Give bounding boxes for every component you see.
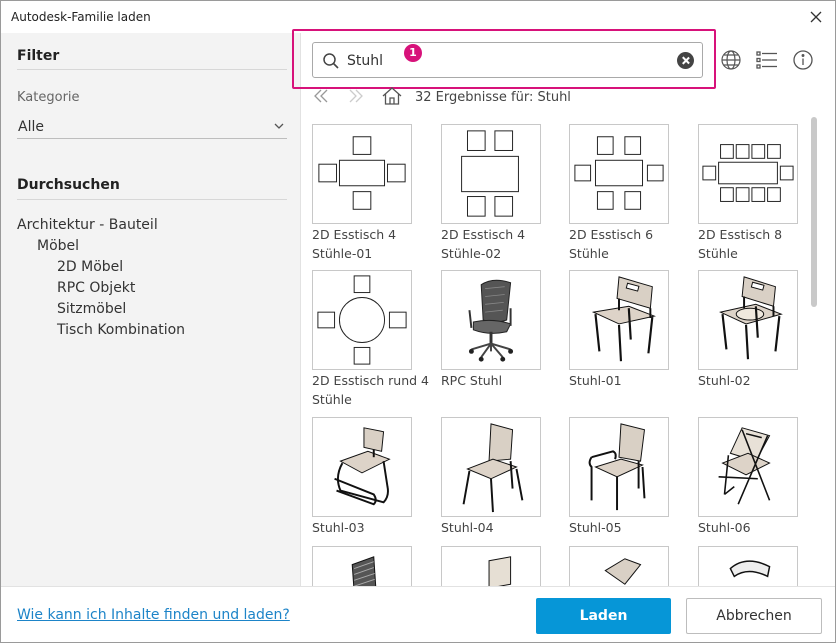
item-label: Stuhl-03 <box>312 520 365 535</box>
thumbnail[interactable] <box>569 124 669 224</box>
item-label: 2D Esstisch rund 4 Stühle <box>312 373 429 407</box>
step-badge: 1 <box>404 44 422 62</box>
thumbnail[interactable] <box>698 124 798 224</box>
tree-item-architektur[interactable]: Architektur - Bauteil <box>17 217 158 233</box>
category-select[interactable]: Alle <box>17 117 287 139</box>
tree-item-moebel[interactable]: Möbel <box>37 238 79 254</box>
clear-search-icon[interactable] <box>677 52 694 69</box>
item-label: Stuhl-02 <box>698 373 751 388</box>
filter-heading: Filter <box>17 48 60 64</box>
list-view-icon[interactable] <box>756 49 778 71</box>
back-icon[interactable] <box>312 87 330 105</box>
tree-item-rpc-objekt[interactable]: RPC Objekt <box>57 280 135 296</box>
browse-heading: Durchsuchen <box>17 177 120 193</box>
home-icon[interactable] <box>382 87 402 105</box>
category-label: Kategorie <box>17 90 80 105</box>
close-icon[interactable] <box>805 6 827 28</box>
thumbnail[interactable] <box>312 270 412 370</box>
tree-item-sitzmoebel[interactable]: Sitzmöbel <box>57 301 126 317</box>
thumbnail[interactable] <box>312 546 412 586</box>
category-value: Alle <box>18 119 44 135</box>
item-label: Stuhl-01 <box>569 373 622 388</box>
search-input[interactable] <box>347 50 667 72</box>
item-label: Stuhl-06 <box>698 520 751 535</box>
forward-icon[interactable] <box>347 87 365 105</box>
thumbnail[interactable] <box>698 417 798 517</box>
item-label: 2D Esstisch 4 Stühle-02 <box>441 227 526 261</box>
dialog-window: Autodesk-Familie laden Filter Kategorie … <box>0 0 836 643</box>
thumbnail[interactable] <box>698 546 798 586</box>
item-label: Stuhl-05 <box>569 520 622 535</box>
thumbnail[interactable] <box>312 417 412 517</box>
navigation-bar: 32 Ergebnisse für: Stuhl <box>312 87 792 109</box>
filter-panel: Filter Kategorie Alle Durchsuchen Archit… <box>1 33 301 586</box>
tree-item-tisch-kombination[interactable]: Tisch Kombination <box>57 322 185 338</box>
window-title: Autodesk-Familie laden <box>11 10 151 24</box>
thumbnail[interactable] <box>569 270 669 370</box>
thumbnail[interactable] <box>312 124 412 224</box>
thumbnail[interactable] <box>441 124 541 224</box>
search-icon <box>323 53 339 69</box>
thumbnail[interactable] <box>441 270 541 370</box>
thumbnail[interactable] <box>441 546 541 586</box>
info-icon[interactable] <box>792 49 814 71</box>
item-label: 2D Esstisch 4 Stühle-01 <box>312 227 397 261</box>
thumbnail[interactable] <box>441 417 541 517</box>
results-scrollbar[interactable] <box>811 117 817 307</box>
item-label: 2D Esstisch 6 Stühle <box>569 227 654 261</box>
globe-icon[interactable] <box>720 49 742 71</box>
cancel-button[interactable]: Abbrechen <box>686 598 822 634</box>
item-label: 2D Esstisch 8 Stühle <box>698 227 783 261</box>
divider <box>17 199 287 200</box>
chevron-down-icon <box>274 123 284 129</box>
help-link[interactable]: Wie kann ich Inhalte finden und laden? <box>17 607 290 623</box>
footer: Wie kann ich Inhalte finden und laden? L… <box>1 586 835 642</box>
thumbnail[interactable] <box>569 417 669 517</box>
item-label: Stuhl-04 <box>441 520 494 535</box>
thumbnail[interactable] <box>569 546 669 586</box>
load-button[interactable]: Laden <box>536 598 671 634</box>
thumbnail[interactable] <box>698 270 798 370</box>
results-grid: 2D Esstisch 4 Stühle-01 2D Esstisch 4 St… <box>312 124 804 586</box>
divider <box>17 69 287 70</box>
results-count: 32 Ergebnisse für: Stuhl <box>415 90 571 105</box>
tree-item-2d-moebel[interactable]: 2D Möbel <box>57 259 123 275</box>
item-label: RPC Stuhl <box>441 373 503 388</box>
search-box[interactable] <box>312 42 703 78</box>
